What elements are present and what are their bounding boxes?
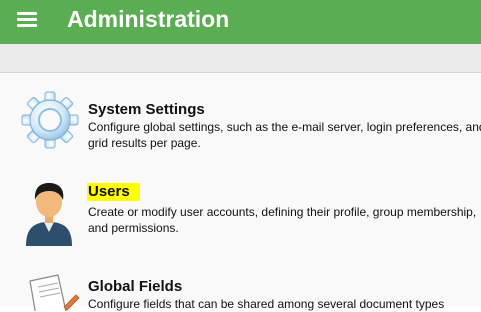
app-header: Administration (0, 0, 481, 44)
gear-icon (21, 91, 79, 149)
admin-menu: System Settings Configure global setting… (0, 73, 481, 311)
item-description: Create or modify user accounts, defining… (88, 205, 477, 235)
item-title[interactable]: Users (87, 183, 140, 201)
system-settings-item[interactable]: System Settings Configure global setting… (0, 83, 481, 158)
user-icon (26, 183, 72, 246)
document-pen-icon (29, 274, 80, 311)
item-title[interactable]: System Settings (88, 101, 205, 119)
hamburger-menu-icon[interactable] (12, 9, 40, 33)
global-fields-item[interactable]: Global Fields Configure fields that can … (0, 268, 481, 311)
users-item[interactable]: Users Create or modify user accounts, de… (0, 168, 481, 248)
item-description: Configure fields that can be shared amon… (88, 297, 445, 311)
page-title: Administration (67, 6, 230, 32)
item-description: Configure global settings, such as the e… (88, 120, 481, 150)
item-title[interactable]: Global Fields (88, 278, 182, 296)
toolbar-strip (0, 44, 481, 73)
